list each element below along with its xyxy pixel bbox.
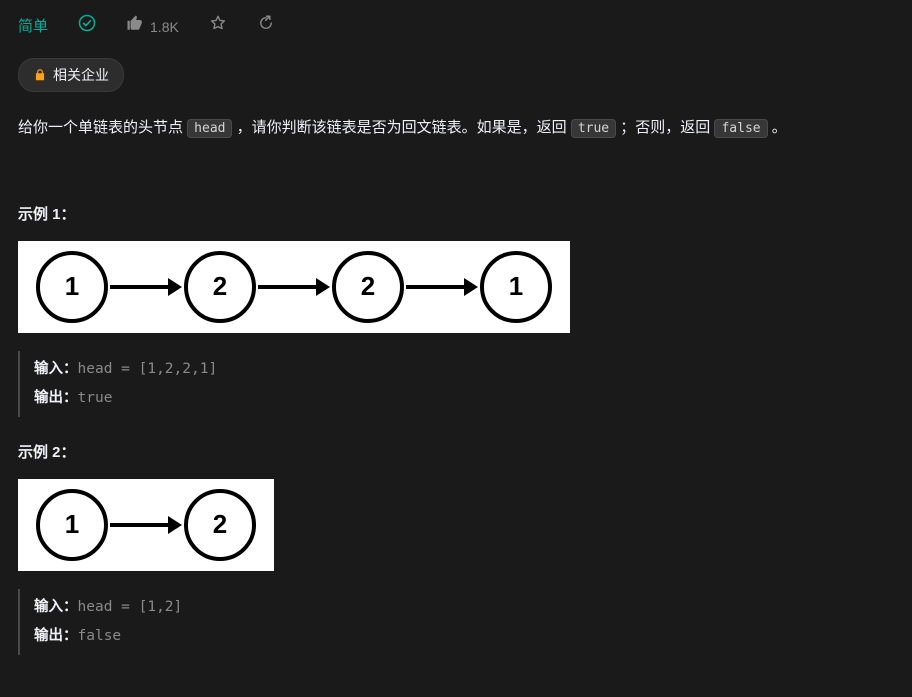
list-node: 2 [184, 251, 256, 323]
desc-text: ，请你判断该链表是否为回文链表。如果是，返回 [232, 119, 570, 136]
input-value: head = [1,2] [78, 599, 183, 615]
example-block: 示例 2：12输入：head = [1,2]输出：false [18, 441, 894, 655]
favorite-button[interactable] [209, 14, 227, 40]
share-button[interactable] [257, 14, 275, 40]
output-label: 输出： [34, 390, 78, 406]
example-title: 示例 2： [18, 441, 894, 465]
linked-list-diagram: 1 2 2 1 [18, 241, 570, 333]
code-true: true [571, 119, 616, 138]
star-icon [209, 14, 227, 40]
example-title: 示例 1： [18, 203, 894, 227]
problem-header: 简单 1.8K [18, 14, 894, 40]
arrow-icon [110, 278, 182, 296]
input-label: 输入： [34, 361, 78, 377]
input-label: 输入： [34, 599, 78, 615]
desc-text: 。 [768, 119, 787, 136]
list-node: 1 [36, 489, 108, 561]
desc-text: 给你一个单链表的头节点 [18, 119, 187, 136]
example-io: 输入：head = [1,2]输出：false [18, 589, 894, 655]
related-companies-label: 相关企业 [53, 64, 109, 86]
list-node: 1 [36, 251, 108, 323]
output-value: true [78, 390, 113, 406]
check-circle-icon [78, 14, 96, 40]
example-block: 示例 1： 1 2 2 1 输入：head = [1,2,2,1]输出：true [18, 203, 894, 417]
output-value: false [78, 628, 122, 644]
code-head: head [187, 119, 232, 138]
list-node: 2 [184, 489, 256, 561]
thumbs-up-icon [126, 14, 144, 40]
list-node: 1 [480, 251, 552, 323]
problem-description: 给你一个单链表的头节点 head ，请你判断该链表是否为回文链表。如果是，返回 … [18, 114, 894, 143]
desc-text: ；否则，返回 [616, 119, 714, 136]
arrow-icon [406, 278, 478, 296]
likes-count: 1.8K [150, 16, 179, 38]
input-value: head = [1,2,2,1] [78, 361, 218, 377]
likes-button[interactable]: 1.8K [126, 14, 179, 40]
arrow-icon [110, 516, 182, 534]
lock-icon [33, 68, 47, 82]
linked-list-diagram: 12 [18, 479, 274, 571]
code-false: false [714, 119, 767, 138]
arrow-icon [258, 278, 330, 296]
share-icon [257, 14, 275, 40]
example-io: 输入：head = [1,2,2,1]输出：true [18, 351, 894, 417]
solved-status[interactable] [78, 14, 96, 40]
list-node: 2 [332, 251, 404, 323]
output-label: 输出： [34, 628, 78, 644]
related-companies-button[interactable]: 相关企业 [18, 58, 124, 92]
difficulty-badge: 简单 [18, 15, 48, 39]
